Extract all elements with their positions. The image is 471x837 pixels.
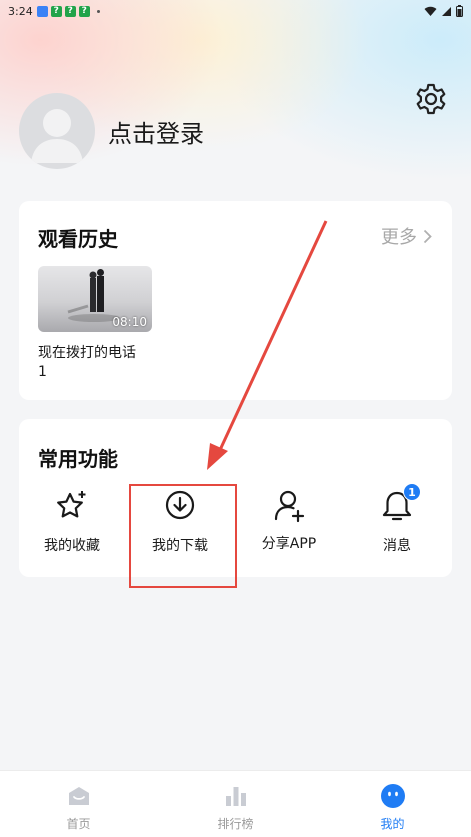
avatar[interactable] [19, 93, 95, 169]
tab-home[interactable]: 首页 [0, 771, 157, 837]
home-icon[interactable] [66, 783, 92, 809]
signal-icon [442, 6, 451, 16]
tab-mine-label[interactable]: 我的 [380, 815, 404, 832]
app-notify-icon: ? [50, 5, 62, 17]
chart-icon[interactable] [223, 783, 249, 809]
user-add-icon [274, 490, 305, 523]
more-link[interactable]: 更多 [381, 223, 432, 249]
video-episode: 1 [38, 364, 47, 380]
video-title[interactable]: 现在拨打的电话 [38, 344, 136, 363]
settings-gear-icon[interactable] [414, 82, 448, 116]
share-app-button[interactable]: 分享APP [239, 489, 339, 553]
video-thumbnail[interactable]: 08:10 [38, 266, 152, 332]
messages-label[interactable]: 消息 [347, 535, 447, 555]
bottom-tab-bar: 首页 排行榜 我的 [0, 770, 471, 837]
tab-ranking-label[interactable]: 排行榜 [217, 815, 253, 832]
more-label[interactable]: 更多 [381, 223, 417, 249]
star-icon [57, 491, 86, 518]
common-functions-title: 常用功能 [38, 447, 118, 471]
tab-home-label[interactable]: 首页 [66, 815, 90, 832]
login-text[interactable]: 点击登录 [108, 114, 204, 149]
messages-button[interactable]: 1 消息 [347, 483, 447, 555]
video-duration: 08:10 [112, 315, 147, 329]
status-time: 3:24 [8, 4, 33, 18]
more-notifications-dot [96, 9, 100, 13]
profile-icon[interactable] [380, 783, 406, 809]
app-notify-icon: ? [64, 5, 76, 17]
annotation-highlight-box [129, 484, 237, 588]
tab-mine[interactable]: 我的 [314, 771, 471, 837]
status-bar: 3:24 ? ? ? [0, 0, 471, 22]
share-app-label[interactable]: 分享APP [239, 533, 339, 553]
favorites-button[interactable]: 我的收藏 [22, 489, 122, 555]
login-profile[interactable]: 点击登录 [19, 93, 204, 169]
message-count-badge: 1 [403, 483, 421, 501]
favorites-label[interactable]: 我的收藏 [22, 535, 122, 555]
tab-ranking[interactable]: 排行榜 [157, 771, 314, 837]
wifi-icon [424, 6, 437, 16]
chevron-right-icon[interactable] [423, 229, 432, 244]
watch-history-title: 观看历史 [38, 227, 118, 251]
battery-icon [456, 5, 463, 17]
watch-history-card: 观看历史 更多 08:10 现在拨打的电话 1 [19, 201, 452, 400]
app-notify-icon [36, 5, 48, 17]
default-avatar-icon [31, 109, 83, 163]
app-notify-icon: ? [78, 5, 90, 17]
